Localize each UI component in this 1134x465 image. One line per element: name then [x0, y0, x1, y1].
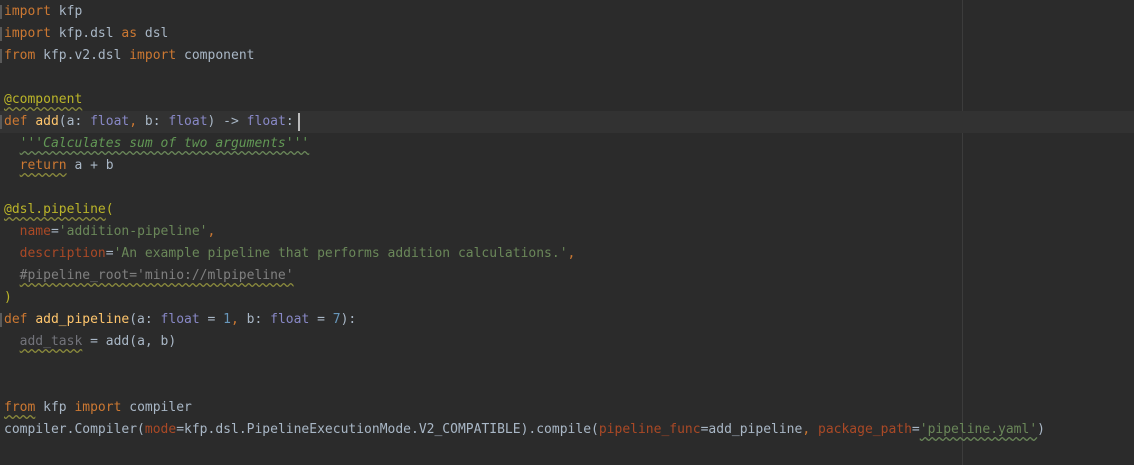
code-token: from: [4, 48, 36, 63]
code-token: ) ->: [207, 114, 247, 129]
code-token: kfp.v2.dsl: [35, 48, 130, 63]
code-token: ): [4, 290, 12, 305]
code-token: ):: [340, 312, 357, 327]
code-token: 7: [332, 312, 341, 327]
code-token: mode: [144, 422, 177, 437]
code-token: add_pipeline: [35, 312, 130, 327]
code-token: description: [19, 246, 106, 261]
code-token: 'addition-pipeline': [58, 224, 208, 239]
code-line[interactable]: import kfp: [4, 1, 82, 23]
code-token: dsl: [137, 26, 169, 41]
code-line[interactable]: @dsl.pipeline(: [4, 199, 114, 221]
code-token: kfp.dsl: [50, 26, 122, 41]
code-token: as: [121, 26, 138, 41]
code-token: compiler: [121, 400, 192, 415]
code-token: ,: [567, 246, 576, 261]
code-line[interactable]: @component: [4, 89, 82, 111]
code-token: float: [246, 114, 286, 129]
code-line[interactable]: from kfp.v2.dsl import component: [4, 45, 254, 67]
code-token: import: [4, 26, 51, 41]
code-token: from: [4, 400, 36, 415]
code-token: compiler.Compiler(: [4, 422, 145, 437]
code-token: name: [19, 224, 51, 239]
code-token: (a:: [58, 114, 91, 129]
code-line[interactable]: import kfp.dsl as dsl: [4, 23, 168, 45]
gutter-mark: [0, 313, 2, 327]
code-token: kfp: [50, 4, 83, 19]
code-editor[interactable]: import kfp import kfp.dsl as dsl from kfp.…: [0, 0, 1134, 465]
code-token: (: [105, 202, 114, 217]
code-token: 1: [223, 312, 231, 327]
code-token: import: [129, 48, 177, 63]
code-token: float: [90, 114, 130, 129]
code-token: import: [4, 4, 51, 19]
code-token: ,: [129, 114, 145, 129]
code-line[interactable]: return a + b: [4, 155, 114, 177]
code-token: ,: [207, 224, 216, 239]
code-token: =add_pipeline: [700, 422, 803, 437]
code-token: =: [199, 312, 224, 327]
code-token: kfp: [35, 400, 75, 415]
code-token: '''Calculates sum of two arguments''': [19, 136, 310, 151]
code-token: component: [176, 48, 255, 63]
gutter-mark: [0, 115, 2, 129]
code-line[interactable]: ): [4, 287, 12, 309]
code-token: :: [285, 114, 294, 129]
code-token: 'An example pipeline that performs addit…: [113, 246, 568, 261]
code-token: @component: [4, 92, 83, 107]
code-token: (a:: [129, 312, 161, 327]
code-token: b:: [144, 114, 169, 129]
code-line[interactable]: add_task = add(a, b): [4, 331, 177, 353]
code-token: def: [4, 114, 28, 129]
code-line[interactable]: description='An example pipeline that pe…: [4, 243, 576, 265]
text-caret: [298, 113, 300, 131]
code-token: import: [74, 400, 122, 415]
code-line[interactable]: name='addition-pipeline',: [4, 221, 216, 243]
code-token: def: [4, 312, 28, 327]
gutter-mark: [0, 5, 2, 19]
code-token: b:: [246, 312, 271, 327]
code-token: package_path: [818, 422, 912, 437]
code-token: @dsl.pipeline: [4, 202, 106, 217]
code-token: a + b: [66, 158, 114, 173]
code-token: =: [105, 246, 114, 261]
code-line[interactable]: from kfp import compiler: [4, 397, 192, 419]
code-token: ,: [802, 422, 818, 437]
code-token: =kfp.dsl.PipelineExecutionMode.V2_COMPAT…: [176, 422, 599, 437]
code-token: #pipeline_root='minio://mlpipeline': [19, 268, 294, 283]
gutter-mark: [0, 27, 2, 41]
code-token: float: [160, 312, 200, 327]
code-line[interactable]: def add_pipeline(a: float = 1, b: float …: [4, 309, 356, 331]
code-token: =: [309, 312, 333, 327]
code-line[interactable]: def add(a: float, b: float) -> float:: [4, 111, 294, 133]
code-token: float: [168, 114, 208, 129]
code-line[interactable]: '''Calculates sum of two arguments''': [4, 133, 310, 155]
code-line[interactable]: compiler.Compiler(mode=kfp.dsl.PipelineE…: [4, 419, 1045, 441]
gutter-mark: [0, 49, 2, 63]
code-line[interactable]: #pipeline_root='minio://mlpipeline': [4, 265, 294, 287]
code-token: return: [19, 158, 67, 173]
code-token: =: [50, 224, 59, 239]
code-token: =: [911, 422, 920, 437]
code-token: add_task: [19, 334, 83, 349]
code-token: ,: [231, 312, 247, 327]
code-token: = add(a, b): [82, 334, 177, 349]
code-token: float: [270, 312, 310, 327]
code-token: 'pipeline.yaml': [919, 422, 1038, 437]
code-token: add: [35, 114, 59, 129]
code-token: pipeline_func: [598, 422, 701, 437]
right-margin-guide: [962, 0, 963, 465]
code-token: ): [1037, 422, 1045, 437]
